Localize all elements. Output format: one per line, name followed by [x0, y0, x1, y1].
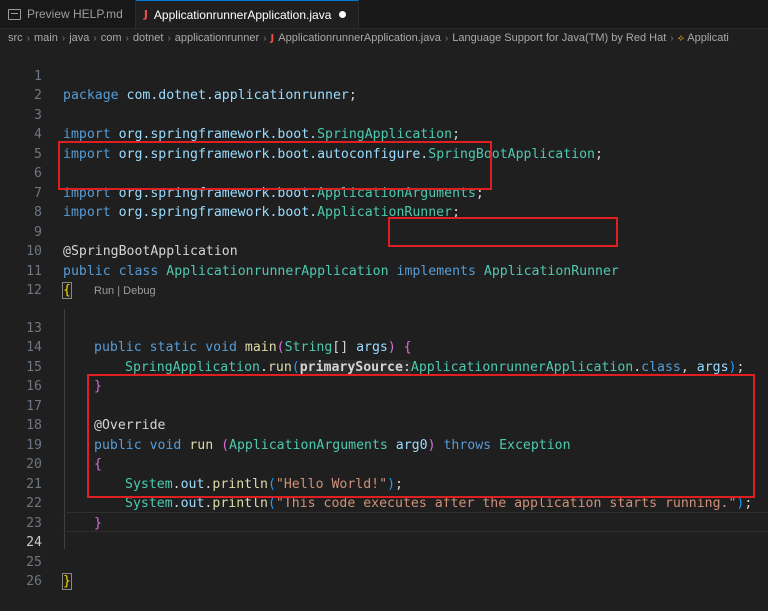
editor-tab-bar: Preview HELP.md J ApplicationrunnerAppli… — [0, 0, 768, 29]
breadcrumb-item[interactable]: dotnet — [133, 32, 164, 44]
code-line: 2 — [0, 67, 768, 103]
code-line: 3 import org.springframework.boot.Spring… — [0, 86, 768, 143]
tab-applicationrunner-java[interactable]: J ApplicationrunnerApplication.java — [135, 0, 360, 28]
breadcrumb-item[interactable]: main — [34, 32, 58, 44]
chevron-right-icon: › — [26, 32, 31, 44]
code-line: 9 @SpringBootApplication — [0, 203, 768, 260]
brace: } — [62, 573, 72, 590]
code-line: 13 public static void main(String[] args… — [0, 299, 768, 356]
breadcrumb-item[interactable]: applicationrunner — [175, 32, 259, 44]
chevron-right-icon: › — [125, 32, 129, 44]
tab-label: ApplicationrunnerApplication.java — [153, 7, 332, 22]
java-icon: J — [270, 32, 275, 44]
code-line: 25 } — [0, 533, 768, 590]
tab-label: Preview HELP.md — [27, 7, 123, 21]
line-number: 26 — [26, 574, 42, 589]
breadcrumb-item[interactable]: Language Support for Java(TM) by Red Hat — [452, 32, 666, 44]
run-debug-codelens[interactable]: Run | Debug — [94, 283, 156, 299]
preview-icon — [8, 8, 21, 20]
chevron-right-icon: › — [61, 32, 66, 44]
code-line: 1 package com.dotnet.applicationrunner; — [0, 47, 768, 104]
chevron-right-icon: › — [263, 32, 267, 44]
breadcrumb-item[interactable]: com — [101, 32, 122, 44]
tab-preview-help[interactable]: Preview HELP.md — [0, 0, 136, 28]
code-line: 26 — [0, 553, 768, 589]
line-number: 12 — [26, 283, 42, 298]
highlight-box-imports — [58, 141, 492, 190]
breadcrumb: src › main › java › com › dotnet › appli… — [0, 29, 768, 47]
highlight-box-implements — [388, 217, 618, 247]
chevron-right-icon: › — [167, 32, 171, 44]
class-icon: ⟡ — [677, 32, 685, 44]
code-line: 12 — [0, 262, 768, 298]
code-line: 15 } — [0, 338, 768, 395]
code-editor[interactable]: 1 package com.dotnet.applicationrunner; … — [0, 47, 768, 590]
code-line: 10 public class ApplicationrunnerApplica… — [0, 223, 768, 279]
code-line: 24 — [0, 514, 768, 550]
chevron-right-icon: › — [670, 32, 674, 44]
code-line: 11 { — [0, 242, 768, 299]
chevron-right-icon: › — [93, 32, 97, 44]
code-line: 14 SpringApplication.run(primarySource:A… — [0, 319, 768, 375]
highlight-box-run-method — [87, 374, 755, 498]
brace: { — [62, 282, 72, 299]
code-line: 4 import org.springframework.boot.autoco… — [0, 106, 768, 162]
unsaved-dot-icon[interactable] — [339, 11, 347, 18]
breadcrumb-item[interactable]: ApplicationrunnerApplication.java — [278, 32, 441, 44]
breadcrumb-item[interactable]: src — [8, 32, 23, 44]
breadcrumb-item[interactable]: Applicati — [687, 32, 729, 44]
breadcrumb-item[interactable]: java — [69, 32, 89, 44]
chevron-right-icon: › — [444, 32, 449, 44]
java-icon: J — [143, 8, 148, 21]
